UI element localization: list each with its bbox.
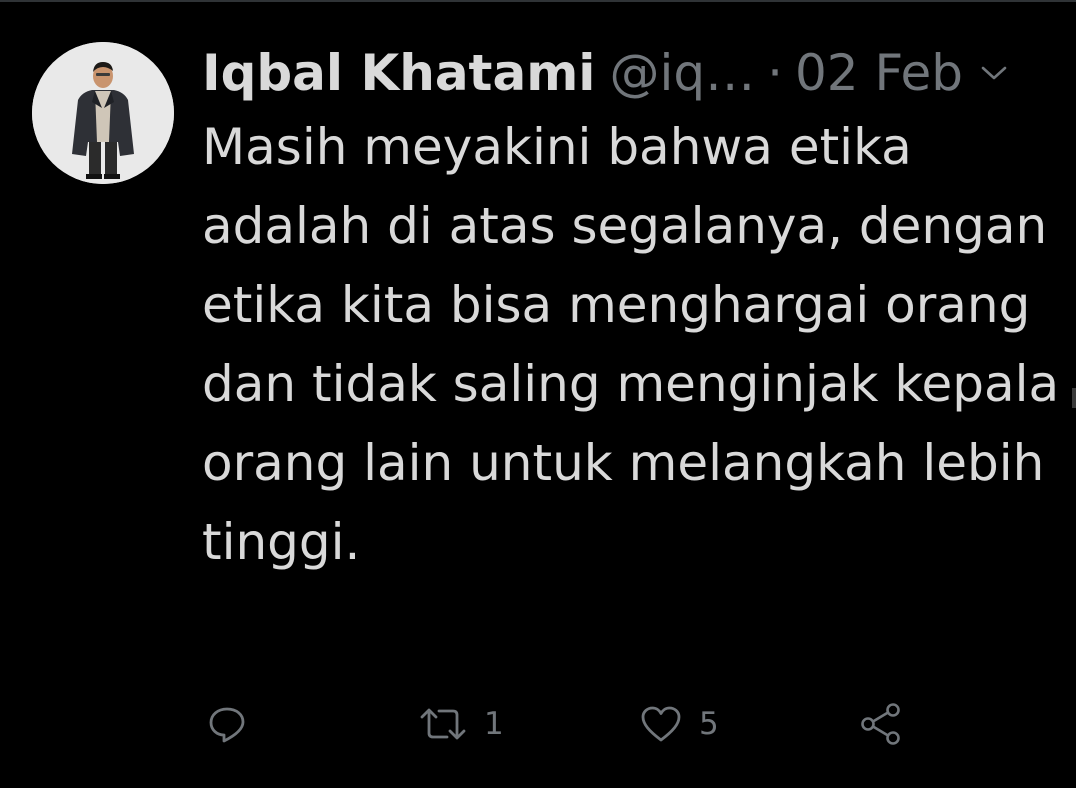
share-button[interactable]: [858, 696, 920, 752]
separator-dot: ·: [767, 44, 783, 102]
username-handle[interactable]: @iq…: [609, 38, 755, 108]
display-name[interactable]: Iqbal Khatami: [202, 38, 595, 108]
share-icon: [861, 703, 900, 745]
retweet-button[interactable]: 1: [418, 696, 504, 752]
retweet-icon: [420, 708, 466, 740]
avatar[interactable]: [32, 42, 174, 184]
tweet-actions: 1 5: [0, 696, 1076, 752]
retweet-count: 1: [484, 706, 504, 742]
like-button[interactable]: 5: [639, 696, 719, 752]
tweet-header: Iqbal Khatami @iq… · 02 Feb: [202, 38, 1009, 108]
reply-icon: [209, 707, 245, 743]
top-divider: [0, 0, 1076, 2]
person-photo-icon: [32, 42, 174, 184]
scrollbar-thumb[interactable]: [1072, 388, 1076, 408]
chevron-down-icon[interactable]: [979, 63, 1009, 83]
reply-button[interactable]: [206, 696, 264, 752]
like-count: 5: [699, 706, 719, 742]
heart-icon: [641, 706, 681, 742]
tweet-text: Masih meyakini bahwa etika adalah di ata…: [202, 118, 1060, 571]
tweet-date[interactable]: 02 Feb: [795, 38, 963, 108]
